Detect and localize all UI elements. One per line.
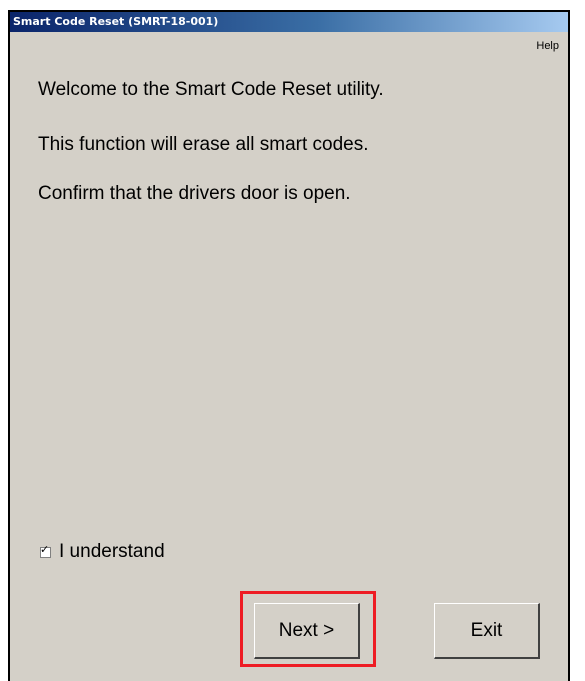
smart-code-reset-window: Smart Code Reset (SMRT-18-001) Help Welc…	[8, 10, 570, 681]
understand-checkbox-row[interactable]: ✓ I understand	[40, 541, 165, 563]
erase-warning-message: This function will erase all smart codes…	[38, 134, 369, 155]
exit-button[interactable]: Exit	[434, 603, 540, 659]
understand-checkbox-label: I understand	[59, 541, 165, 562]
window-title: Smart Code Reset (SMRT-18-001)	[10, 12, 568, 32]
welcome-message: Welcome to the Smart Code Reset utility.	[38, 79, 384, 100]
checkmark-icon: ✓	[40, 542, 50, 556]
confirm-door-message: Confirm that the drivers door is open.	[38, 183, 351, 204]
help-link[interactable]: Help	[536, 40, 559, 52]
understand-checkbox[interactable]: ✓	[40, 543, 51, 558]
next-button[interactable]: Next >	[254, 603, 360, 659]
